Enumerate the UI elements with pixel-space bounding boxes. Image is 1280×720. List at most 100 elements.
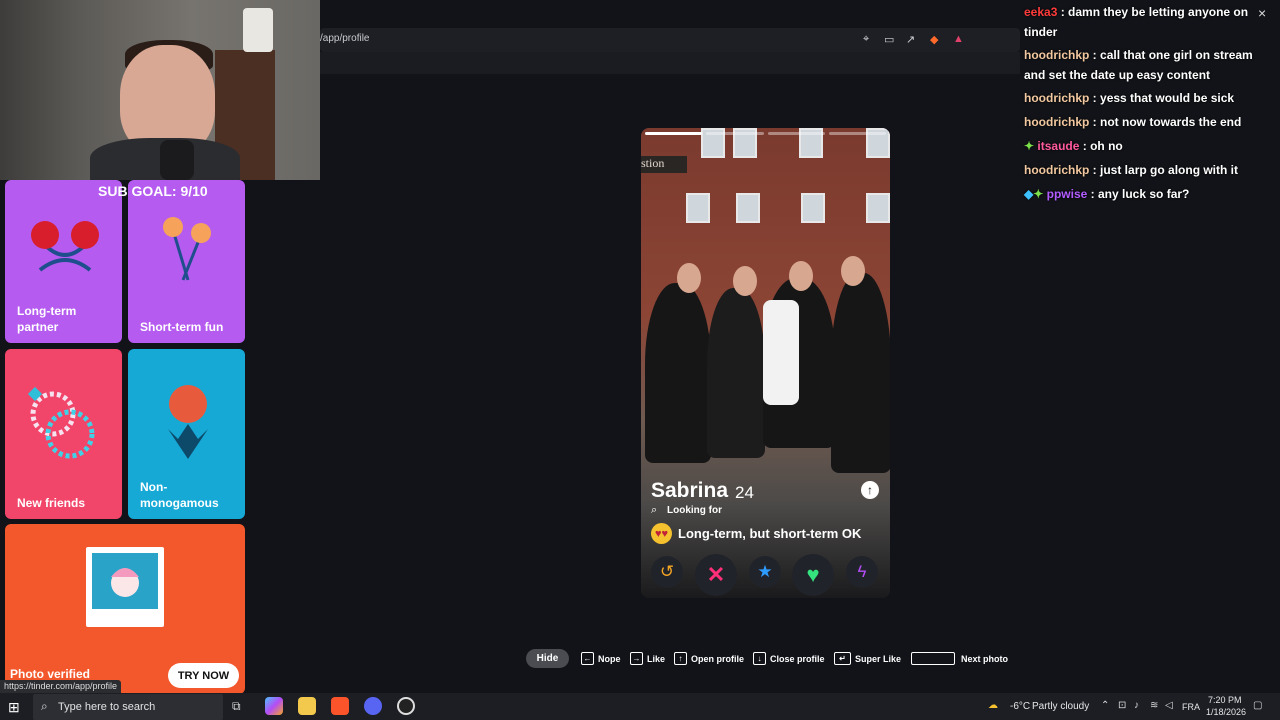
link-status-url: https://tinder.com/app/profile — [0, 680, 122, 693]
profile-age: 24 — [735, 483, 754, 502]
task-view-icon[interactable]: ⧉ — [232, 699, 250, 717]
hint-close-profile: ↓ Close profile — [753, 652, 825, 665]
photo-progress-segment — [828, 132, 886, 135]
volume-icon[interactable]: ◁ — [1165, 700, 1173, 711]
search-icon: ⌕ — [41, 699, 48, 713]
badge-icon: ◆ — [1024, 187, 1034, 201]
card-non-monogamous[interactable]: Non-monogamous — [128, 349, 245, 519]
bracelets-icon — [27, 386, 95, 459]
left-arrow-key-icon: ← — [581, 652, 594, 665]
clock-time[interactable]: 7:20 PM — [1208, 695, 1242, 705]
copilot-icon[interactable] — [265, 697, 283, 715]
hint-next-photo: Next photo — [911, 652, 1008, 665]
chat-text: any luck so far? — [1098, 187, 1190, 201]
try-now-button[interactable]: TRY NOW — [168, 663, 239, 688]
hint-label: Super Like — [855, 653, 902, 664]
x-icon: ✕ — [706, 562, 726, 587]
rewind-button[interactable]: ↺ — [651, 556, 683, 588]
chat-message: hoodrichkp : yess that would be sick — [1024, 91, 1235, 105]
discord-icon[interactable] — [364, 697, 382, 715]
chat-text: damn they be letting anyone on tinder — [1024, 5, 1249, 39]
like-button[interactable]: ♥ — [792, 554, 834, 596]
hint-open-profile: ↑ Open profile — [674, 652, 744, 665]
address-url[interactable]: /app/profile — [320, 33, 369, 44]
chat-message: ◆✦ ppwise : any luck so far? — [1024, 187, 1190, 201]
card-label: New friends — [17, 496, 86, 510]
network-icon[interactable]: ⊡ — [1118, 700, 1126, 711]
cast-icon[interactable]: ▭ — [884, 33, 894, 46]
nope-button[interactable]: ✕ — [695, 554, 737, 596]
chat-text: yess that would be sick — [1100, 91, 1235, 105]
language-indicator[interactable]: FRA — [1182, 702, 1200, 712]
hint-label: Close profile — [770, 653, 825, 664]
open-profile-button[interactable]: ↑ — [861, 481, 879, 499]
card-label: Non-monogamous — [140, 480, 219, 510]
brave-shield-icon[interactable]: ◆ — [930, 33, 938, 46]
space-key-icon — [911, 652, 955, 665]
card-new-friends[interactable]: New friends — [5, 349, 122, 519]
arrow-up-icon: ↑ — [867, 483, 873, 497]
super-like-button[interactable]: ★ — [749, 556, 781, 588]
hide-hints-button[interactable]: Hide — [526, 649, 569, 668]
clock-date[interactable]: 1/18/2026 — [1206, 707, 1246, 717]
photo-progress-segment — [645, 132, 703, 135]
microphone-icon[interactable]: ♪ — [1134, 700, 1139, 711]
search-icon: ⌕ — [651, 504, 658, 516]
hint-label: Open profile — [691, 653, 745, 664]
lightning-icon: ϟ — [857, 562, 867, 581]
close-icon[interactable]: × — [1258, 5, 1266, 21]
hint-like: → Like — [630, 652, 665, 665]
star-icon: ★ — [757, 562, 773, 581]
heart-eyes-emoji-icon: ♥♥ — [651, 523, 672, 544]
verified-face-icon — [92, 553, 158, 609]
file-explorer-icon[interactable] — [298, 697, 316, 715]
photo-sign-text: stion — [641, 156, 687, 173]
chat-message: hoodrichkp : not now towards the end — [1024, 115, 1242, 129]
hint-label: Next photo — [961, 653, 1008, 664]
hint-label: Nope — [598, 653, 621, 664]
page-background — [250, 74, 1020, 694]
chat-message: eeka3 : damn they be letting anyone on t… — [1024, 5, 1249, 39]
rewards-icon[interactable]: ▲ — [953, 33, 964, 45]
weather-condition[interactable]: Partly cloudy — [1032, 701, 1089, 712]
webcam-feed — [0, 0, 320, 180]
sub-goal-counter: SUB GOAL: 9/10 — [98, 183, 208, 199]
card-label: Long-term partner — [17, 304, 77, 334]
chevron-up-icon[interactable]: ⌃ — [1101, 700, 1109, 711]
chat-username: hoodrichkp — [1024, 48, 1090, 62]
card-long-term-partner[interactable]: Long-term partner — [5, 180, 122, 343]
taskbar-search-placeholder[interactable]: Type here to search — [58, 701, 155, 713]
weather-temperature[interactable]: -6°C — [1010, 701, 1030, 712]
pineapple-icon — [168, 385, 208, 459]
chat-username: eeka3 — [1024, 5, 1058, 19]
chat-message: hoodrichkp : just larp go along with it — [1024, 163, 1239, 177]
roses-icon — [31, 221, 99, 272]
chat-message: ✦ itsaude : oh no — [1024, 139, 1123, 153]
hint-nope: ← Nope — [581, 652, 621, 665]
chat-text: oh no — [1090, 139, 1123, 153]
notification-icon[interactable]: ▢ — [1253, 700, 1262, 711]
chat-username: itsaude — [1037, 139, 1080, 153]
brave-browser-icon[interactable] — [331, 697, 349, 715]
looking-for-value: Long-term, but short-term OK — [678, 526, 862, 541]
share-icon[interactable]: ↗ — [906, 33, 915, 46]
boost-button[interactable]: ϟ — [846, 556, 878, 588]
profile-name: Sabrina — [651, 479, 729, 502]
card-label: Short-term fun — [140, 320, 224, 334]
obs-icon[interactable] — [397, 697, 415, 715]
chat-message: hoodrichkp : call that one girl on strea… — [1024, 48, 1253, 82]
heart-icon: ♥ — [806, 562, 820, 587]
hint-super-like: ↵ Super Like — [834, 652, 901, 665]
photo-progress-segment — [706, 132, 764, 135]
chat-text: just larp go along with it — [1100, 163, 1239, 177]
card-short-term-fun[interactable]: Short-term fun — [128, 180, 245, 343]
photo-progress-segment — [767, 132, 825, 135]
hint-label: Like — [647, 653, 666, 664]
bookmarks-bar — [320, 52, 1020, 74]
right-arrow-key-icon: → — [630, 652, 643, 665]
chat-username: hoodrichkp — [1024, 163, 1090, 177]
weather-icon[interactable]: ☁ — [988, 700, 998, 711]
location-icon[interactable]: ⌖ — [863, 33, 869, 46]
windows-start-icon[interactable]: ⊞ — [8, 699, 20, 716]
wifi-icon[interactable]: ≋ — [1150, 700, 1158, 711]
